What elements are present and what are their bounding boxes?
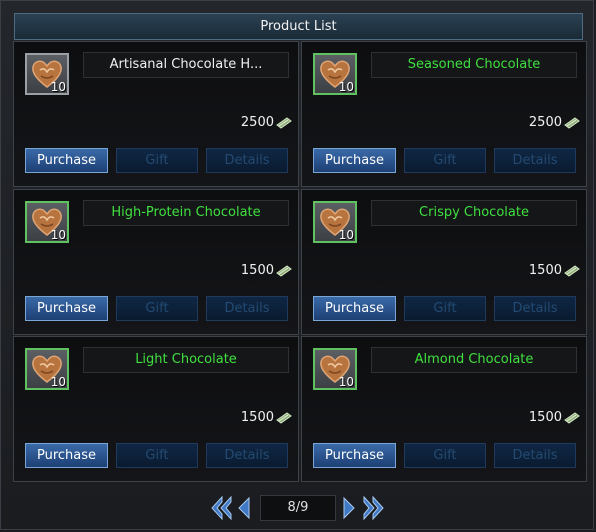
gift-button[interactable]: Gift — [404, 296, 486, 321]
gift-button[interactable]: Gift — [116, 443, 198, 468]
item-quantity: 10 — [50, 228, 66, 242]
money-icon — [276, 117, 292, 129]
money-icon — [276, 412, 292, 424]
prev-page-icon[interactable] — [236, 495, 252, 521]
product-price: 2500 — [240, 115, 274, 130]
purchase-button[interactable]: Purchase — [313, 148, 396, 173]
page-indicator: 8/9 — [260, 495, 336, 521]
product-thumbnail[interactable]: 10 — [25, 53, 69, 95]
details-button[interactable]: Details — [206, 296, 288, 321]
product-name: Light Chocolate — [83, 347, 289, 373]
product-thumbnail[interactable]: 10 — [313, 53, 357, 95]
gift-button[interactable]: Gift — [404, 443, 486, 468]
details-button[interactable]: Details — [206, 443, 288, 468]
product-price: 1500 — [528, 263, 562, 278]
last-page-icon[interactable] — [362, 495, 386, 521]
product-card: 10 Light Chocolate 1500 Purchase Gift De… — [13, 336, 299, 482]
pagination: 8/9 — [0, 492, 596, 524]
item-quantity: 10 — [338, 375, 354, 389]
product-name: Crispy Chocolate — [371, 200, 577, 226]
product-price: 1500 — [240, 263, 274, 278]
money-icon — [276, 265, 292, 277]
product-grid: 10 Artisanal Chocolate H... 2500 Purchas… — [13, 41, 587, 482]
product-thumbnail[interactable]: 10 — [313, 348, 357, 390]
product-price: 2500 — [528, 115, 562, 130]
money-icon — [564, 117, 580, 129]
money-icon — [564, 265, 580, 277]
product-name: Seasoned Chocolate — [371, 52, 577, 78]
product-name: High-Protein Chocolate — [83, 200, 289, 226]
product-card: 10 Artisanal Chocolate H... 2500 Purchas… — [13, 41, 299, 187]
item-quantity: 10 — [338, 228, 354, 242]
purchase-button[interactable]: Purchase — [25, 443, 108, 468]
purchase-button[interactable]: Purchase — [25, 296, 108, 321]
product-name: Artisanal Chocolate H... — [83, 52, 289, 78]
item-quantity: 10 — [338, 80, 354, 94]
product-card: 10 Crispy Chocolate 1500 Purchase Gift D… — [301, 189, 587, 335]
product-thumbnail[interactable]: 10 — [25, 201, 69, 243]
item-quantity: 10 — [50, 80, 66, 94]
gift-button[interactable]: Gift — [116, 148, 198, 173]
purchase-button[interactable]: Purchase — [25, 148, 108, 173]
window-title: Product List — [14, 13, 583, 40]
gift-button[interactable]: Gift — [404, 148, 486, 173]
details-button[interactable]: Details — [494, 296, 576, 321]
money-icon — [564, 412, 580, 424]
product-card: 10 Seasoned Chocolate 2500 Purchase Gift… — [301, 41, 587, 187]
details-button[interactable]: Details — [206, 148, 288, 173]
purchase-button[interactable]: Purchase — [313, 296, 396, 321]
product-thumbnail[interactable]: 10 — [25, 348, 69, 390]
first-page-icon[interactable] — [209, 495, 233, 521]
product-price: 1500 — [528, 410, 562, 425]
product-thumbnail[interactable]: 10 — [313, 201, 357, 243]
next-page-icon[interactable] — [341, 495, 357, 521]
product-name: Almond Chocolate — [371, 347, 577, 373]
product-card: 10 Almond Chocolate 1500 Purchase Gift D… — [301, 336, 587, 482]
product-price: 1500 — [240, 410, 274, 425]
details-button[interactable]: Details — [494, 148, 576, 173]
purchase-button[interactable]: Purchase — [313, 443, 396, 468]
item-quantity: 10 — [50, 375, 66, 389]
product-card: 10 High-Protein Chocolate 1500 Purchase … — [13, 189, 299, 335]
details-button[interactable]: Details — [494, 443, 576, 468]
gift-button[interactable]: Gift — [116, 296, 198, 321]
